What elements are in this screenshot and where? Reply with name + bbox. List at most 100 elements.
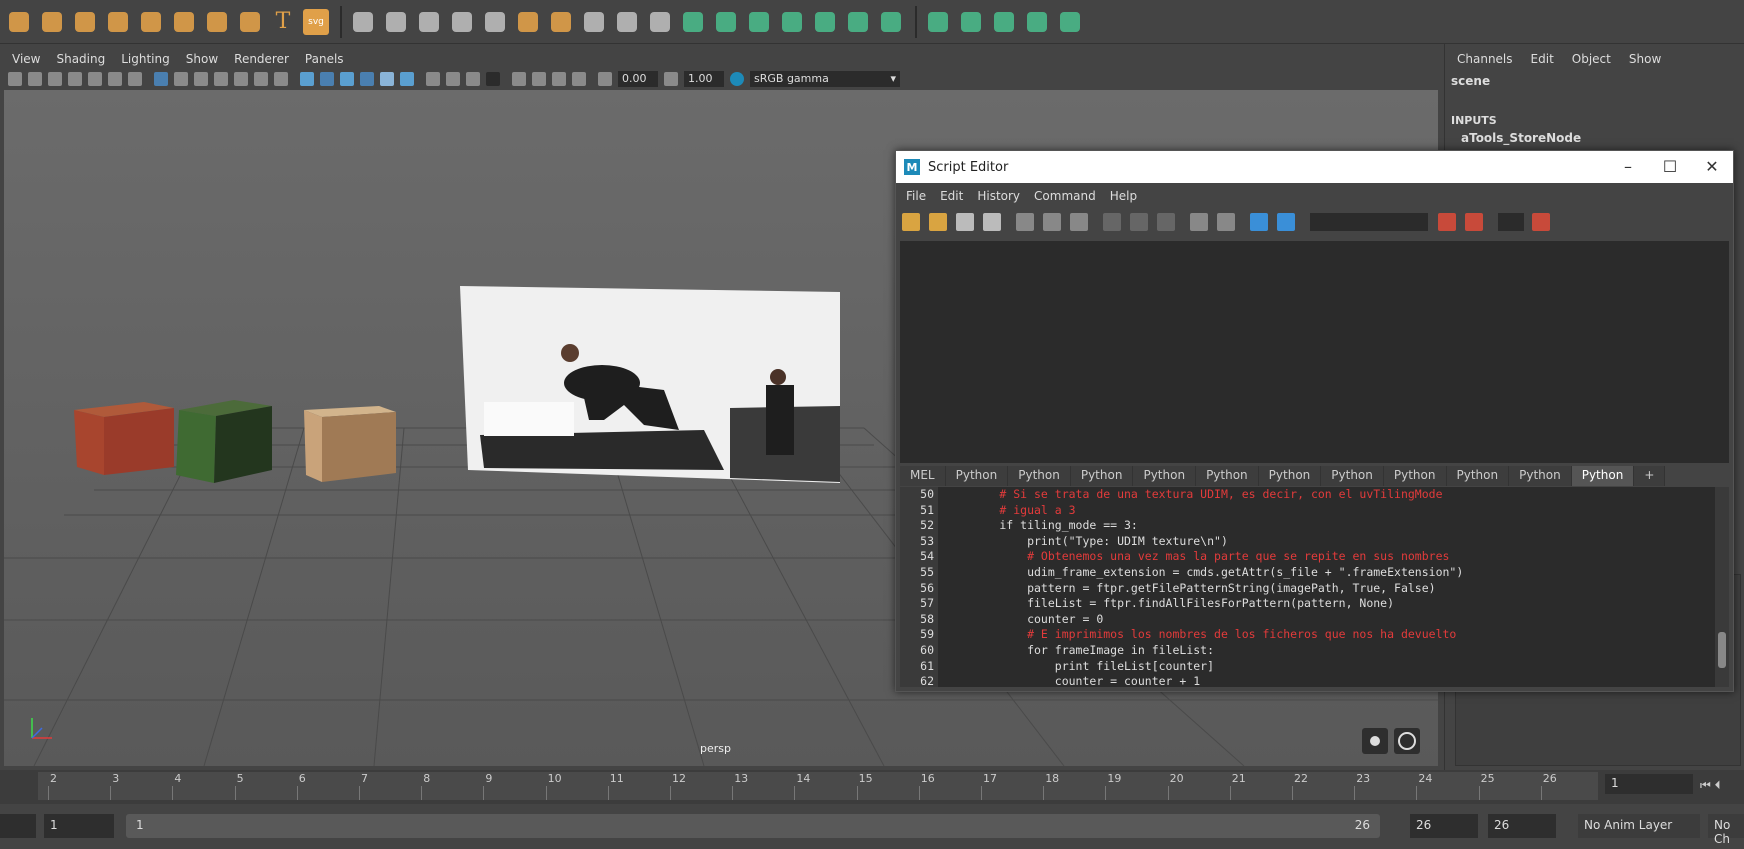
- show-input-icon[interactable]: [1130, 213, 1148, 231]
- bridge-icon[interactable]: [515, 9, 541, 35]
- viewport-menu-renderer[interactable]: Renderer: [234, 52, 289, 66]
- text-icon[interactable]: T: [270, 9, 296, 35]
- torus-icon[interactable]: [171, 9, 197, 35]
- gamma-field[interactable]: 1.00: [684, 71, 724, 87]
- svg-icon[interactable]: svg: [303, 8, 329, 35]
- clear-history-icon[interactable]: [1016, 213, 1034, 231]
- image-plane-icon[interactable]: [88, 72, 102, 86]
- echo-commands-icon[interactable]: [1190, 213, 1208, 231]
- tab-python[interactable]: Python: [1070, 466, 1134, 486]
- time-ruler[interactable]: 2 3 4 5 6 7 8 9 10 11 12 13 14 15 16 17 18 19 20 21 22 23 24 25…: [38, 772, 1598, 800]
- script-output-area[interactable]: [900, 241, 1729, 463]
- execute-all-icon[interactable]: [1250, 213, 1268, 231]
- start-frame-field[interactable]: 1: [44, 814, 114, 838]
- channel-box-menu-object[interactable]: Object: [1572, 52, 1611, 66]
- lights-icon[interactable]: [380, 72, 394, 86]
- grid-icon[interactable]: [154, 72, 168, 86]
- script-editor-menu-edit[interactable]: Edit: [940, 189, 963, 207]
- input-node[interactable]: aTools_StoreNode: [1445, 127, 1744, 145]
- textured-icon[interactable]: [360, 72, 374, 86]
- code-scrollbar[interactable]: [1715, 487, 1729, 687]
- uv-unfold-icon[interactable]: [746, 9, 772, 35]
- tab-mel[interactable]: MEL: [900, 466, 946, 486]
- film-gate-icon[interactable]: [174, 72, 188, 86]
- xray-icon[interactable]: [532, 72, 546, 86]
- uv-move-icon[interactable]: [958, 9, 984, 35]
- default-material-icon[interactable]: [340, 72, 354, 86]
- ambient-occlusion-icon[interactable]: [426, 72, 440, 86]
- open-script-icon[interactable]: [902, 213, 920, 231]
- anim-layer-dropdown[interactable]: No Anim Layer: [1578, 814, 1700, 838]
- close-icon[interactable]: ✕: [1694, 155, 1730, 179]
- uv-sew-icon[interactable]: [845, 9, 871, 35]
- uv-layout-icon[interactable]: [779, 9, 805, 35]
- script-editor-menu-command[interactable]: Command: [1034, 189, 1096, 207]
- uv-grid-icon[interactable]: [1057, 9, 1083, 35]
- clear-input-icon[interactable]: [1043, 213, 1061, 231]
- show-history-icon[interactable]: [1103, 213, 1121, 231]
- wireframe-icon[interactable]: [300, 72, 314, 86]
- uv-checker-icon[interactable]: [925, 9, 951, 35]
- minimize-icon[interactable]: –: [1610, 155, 1646, 179]
- uv-editor-icon[interactable]: [878, 9, 904, 35]
- save-script-icon[interactable]: [956, 213, 974, 231]
- uv-stitch-icon[interactable]: [991, 9, 1017, 35]
- motion-blur-icon[interactable]: [446, 72, 460, 86]
- tab-python[interactable]: Python: [1133, 466, 1197, 486]
- range-slider[interactable]: 1 26: [126, 814, 1380, 838]
- exposure-icon[interactable]: [598, 72, 612, 86]
- cone-icon[interactable]: [105, 9, 131, 35]
- anti-alias-icon[interactable]: [466, 72, 480, 86]
- image-plane[interactable]: [460, 286, 840, 483]
- smooth-icon[interactable]: [449, 9, 475, 35]
- viewport-menu-view[interactable]: View: [12, 52, 40, 66]
- playback-controls[interactable]: ⏮ ⏴: [1700, 778, 1721, 793]
- gate-mask-icon[interactable]: [214, 72, 228, 86]
- uv-texel-icon[interactable]: [1024, 9, 1050, 35]
- smooth-shade-icon[interactable]: [320, 72, 334, 86]
- range-field-empty[interactable]: [0, 814, 36, 838]
- tab-python[interactable]: Python: [1196, 466, 1259, 486]
- viewport-menu-panels[interactable]: Panels: [305, 52, 344, 66]
- current-frame-field[interactable]: 1: [1605, 774, 1693, 794]
- add-tab-button[interactable]: +: [1634, 466, 1666, 486]
- sphere-icon[interactable]: [6, 9, 32, 35]
- xray-joints-icon[interactable]: [552, 72, 566, 86]
- channel-box-menu-channels[interactable]: Channels: [1457, 52, 1513, 66]
- camera-icon[interactable]: [8, 72, 22, 86]
- time-slider[interactable]: 2 3 4 5 6 7 8 9 10 11 12 13 14 15 16 17 18 19 20 21 22 23 24 25…: [0, 770, 1744, 804]
- script-editor-menu-help[interactable]: Help: [1110, 189, 1137, 207]
- tab-python[interactable]: Python: [1446, 466, 1510, 486]
- cube-icon[interactable]: [39, 9, 65, 35]
- wood-cube[interactable]: [304, 406, 396, 482]
- exposure-field[interactable]: 0.00: [618, 71, 658, 87]
- combine-icon[interactable]: [350, 9, 376, 35]
- plane-icon[interactable]: [138, 9, 164, 35]
- field-chart-icon[interactable]: [234, 72, 248, 86]
- viewport-menu-lighting[interactable]: Lighting: [121, 52, 170, 66]
- isolate-select-icon[interactable]: [512, 72, 526, 86]
- script-editor-titlebar[interactable]: M Script Editor – ☐ ✕: [896, 151, 1733, 183]
- bevel-icon[interactable]: [482, 9, 508, 35]
- search-down-icon[interactable]: [1438, 213, 1456, 231]
- scrollbar-thumb[interactable]: [1718, 632, 1726, 668]
- shadows-icon[interactable]: [400, 72, 414, 86]
- safe-title-icon[interactable]: [274, 72, 288, 86]
- grease-pencil-icon[interactable]: [128, 72, 142, 86]
- extrude-icon[interactable]: [548, 9, 574, 35]
- tab-python[interactable]: Python: [1571, 466, 1635, 486]
- goto-line-icon[interactable]: [1532, 213, 1550, 231]
- search-input[interactable]: [1310, 213, 1428, 231]
- execute-icon[interactable]: [1277, 213, 1295, 231]
- pyramid-icon[interactable]: [204, 9, 230, 35]
- resolution-gate-icon[interactable]: [194, 72, 208, 86]
- uv-cut-icon[interactable]: [812, 9, 838, 35]
- viewport-menu-show[interactable]: Show: [186, 52, 218, 66]
- script-editor-menu-file[interactable]: File: [906, 189, 926, 207]
- mirror-icon[interactable]: [647, 9, 673, 35]
- camera-lock-icon[interactable]: [28, 72, 42, 86]
- safe-action-icon[interactable]: [254, 72, 268, 86]
- channel-box-menu-edit[interactable]: Edit: [1531, 52, 1554, 66]
- script-editor-window[interactable]: M Script Editor – ☐ ✕ File Edit History Com…: [895, 150, 1734, 692]
- depth-of-field-icon[interactable]: [486, 72, 500, 86]
